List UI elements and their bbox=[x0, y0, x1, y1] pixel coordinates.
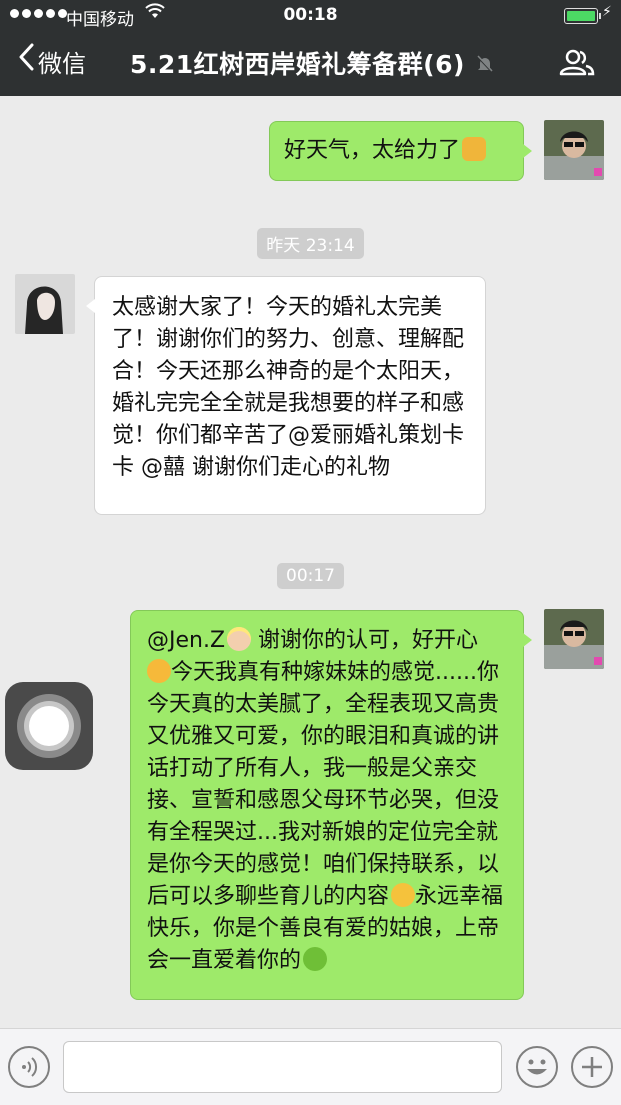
assistive-touch-button[interactable] bbox=[5, 682, 93, 770]
back-button[interactable]: 微信 bbox=[18, 43, 86, 79]
back-label: 微信 bbox=[38, 50, 86, 78]
message-input[interactable] bbox=[63, 1041, 502, 1093]
message-bubble-incoming[interactable]: 太感谢大家了！今天的婚礼太完美了！谢谢你们的努力、创意、理解配合！今天还那么神奇… bbox=[86, 276, 486, 515]
frog-emoji-icon bbox=[303, 947, 328, 971]
top-bar: 中国移动 00:18 ⚡ 微信 5.21红树西岸婚礼筹备群(6) bbox=[0, 0, 621, 96]
blushing-emoji-icon bbox=[147, 659, 171, 683]
status-bar: 中国移动 00:18 ⚡ bbox=[0, 0, 621, 30]
group-members-icon[interactable] bbox=[558, 48, 596, 78]
message-bubble-outgoing[interactable]: @Jen.Z 谢谢你的认可，好开心今天我真有种嫁妹妹的感觉......你今天真的… bbox=[130, 610, 532, 1000]
message-text: 今天我真有种嫁妹妹的感觉......你今天真的太美腻了，全程表现又高贵又优雅又可… bbox=[147, 660, 500, 909]
plus-icon[interactable] bbox=[571, 1046, 613, 1088]
angel-emoji-icon bbox=[227, 627, 252, 651]
input-bar bbox=[0, 1028, 621, 1105]
status-time: 00:18 bbox=[283, 5, 338, 25]
charging-icon: ⚡ bbox=[602, 4, 612, 20]
emoji-icon[interactable] bbox=[516, 1046, 558, 1088]
sender-avatar[interactable] bbox=[15, 274, 75, 334]
my-avatar[interactable] bbox=[544, 120, 604, 180]
message-bubble-outgoing[interactable]: 好天气，太给力了 bbox=[269, 121, 532, 181]
chat-title: 5.21红树西岸婚礼筹备群(6) bbox=[130, 50, 465, 79]
mention-text: @Jen.Z bbox=[147, 628, 226, 653]
mute-bell-icon bbox=[476, 55, 494, 73]
timestamp: 00:17 bbox=[0, 563, 621, 589]
timestamp: 昨天 23:14 bbox=[0, 228, 621, 259]
voice-icon[interactable] bbox=[8, 1046, 50, 1088]
message-text: 好天气，太给力了 bbox=[284, 138, 461, 163]
battery-icon bbox=[564, 8, 601, 24]
my-avatar[interactable] bbox=[544, 609, 604, 669]
message-text: 太感谢大家了！今天的婚礼太完美了！谢谢你们的努力、创意、理解配合！今天还那么神奇… bbox=[112, 295, 465, 480]
back-chevron-icon bbox=[18, 43, 34, 77]
smirk-emoji-icon bbox=[391, 883, 416, 907]
message-text: 谢谢你的认可，好开心 bbox=[251, 628, 479, 653]
fist-emoji-icon bbox=[462, 137, 487, 161]
